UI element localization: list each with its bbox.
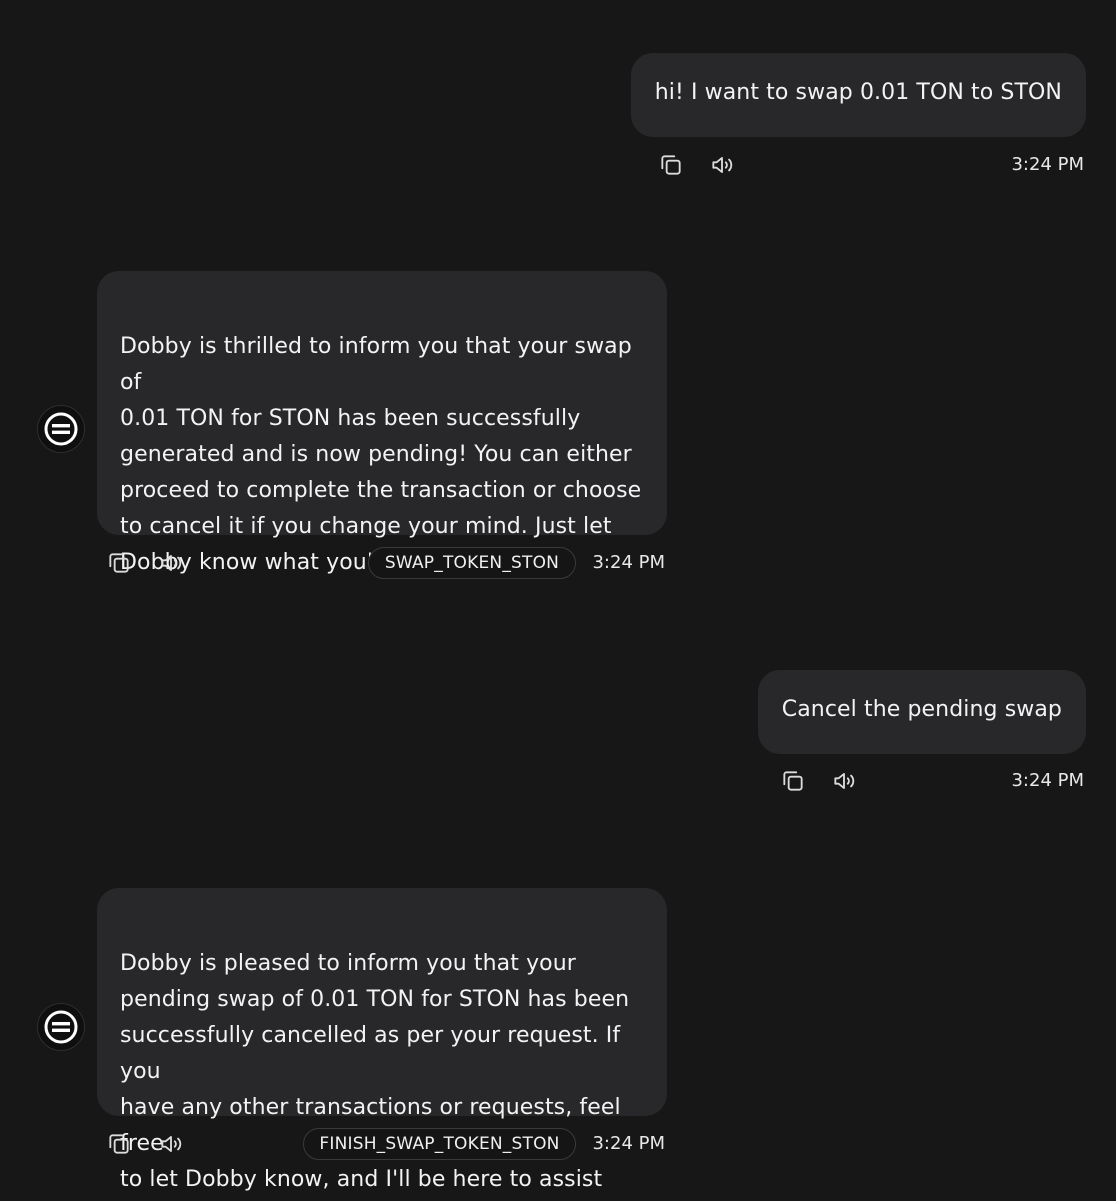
chat-thread: hi! I want to swap 0.01 TON to STON 3:24… xyxy=(0,0,1116,1201)
agent-avatar xyxy=(37,405,85,453)
assistant-message-bubble: Dobby is pleased to inform you that your… xyxy=(97,888,667,1192)
message-text: Dobby is pleased to inform you that your… xyxy=(120,951,630,1192)
agent-logo-icon xyxy=(44,412,78,446)
copy-icon xyxy=(783,771,803,791)
message-timestamp: 3:24 PM xyxy=(592,1133,665,1154)
message-timestamp: 3:24 PM xyxy=(592,552,665,573)
speaker-icon xyxy=(161,1136,182,1152)
agent-logo-icon xyxy=(44,1010,78,1044)
copy-button[interactable] xyxy=(657,151,685,179)
action-tag: SWAP_TOKEN_STON xyxy=(368,547,576,579)
read-aloud-button[interactable] xyxy=(830,767,858,795)
message-timestamp: 3:24 PM xyxy=(1011,770,1084,791)
message-text: Cancel the pending swap xyxy=(781,697,1062,722)
copy-button[interactable] xyxy=(105,1130,133,1158)
user-message-bubble: hi! I want to swap 0.01 TON to STON xyxy=(630,53,1086,137)
copy-icon xyxy=(109,553,129,573)
assistant-message-bubble: Dobby is thrilled to inform you that you… xyxy=(97,271,667,575)
copy-button[interactable] xyxy=(779,767,807,795)
copy-button[interactable] xyxy=(105,549,133,577)
speaker-icon xyxy=(834,773,855,789)
speaker-icon xyxy=(712,157,733,173)
message-text: Dobby is thrilled to inform you that you… xyxy=(120,334,642,575)
agent-avatar xyxy=(37,1003,85,1051)
speaker-icon xyxy=(161,555,182,571)
copy-icon xyxy=(109,1134,129,1154)
action-tag: FINISH_SWAP_TOKEN_STON xyxy=(303,1128,576,1160)
read-aloud-button[interactable] xyxy=(157,549,185,577)
read-aloud-button[interactable] xyxy=(157,1130,185,1158)
message-timestamp: 3:24 PM xyxy=(1011,154,1084,175)
user-message-bubble: Cancel the pending swap xyxy=(757,670,1086,754)
copy-icon xyxy=(661,155,681,175)
read-aloud-button[interactable] xyxy=(708,151,736,179)
message-text: hi! I want to swap 0.01 TON to STON xyxy=(654,80,1062,105)
